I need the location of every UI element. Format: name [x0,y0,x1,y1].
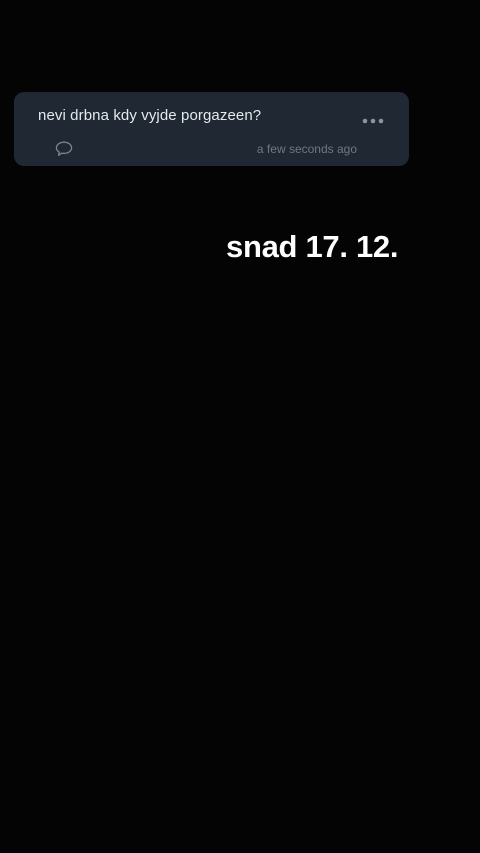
question-card[interactable]: nevi drbna kdy vyjde porgazeen? a few se… [14,92,409,166]
timestamp: a few seconds ago [256,142,357,156]
more-horizontal-icon [362,118,384,124]
story-caption: snad 17. 12. [226,229,399,264]
more-options-button[interactable] [358,112,388,130]
question-text: nevi drbna kdy vyjde porgazeen? [38,107,262,124]
comment-bubble-icon[interactable] [54,140,74,158]
story-screen: nevi drbna kdy vyjde porgazeen? a few se… [0,0,480,853]
